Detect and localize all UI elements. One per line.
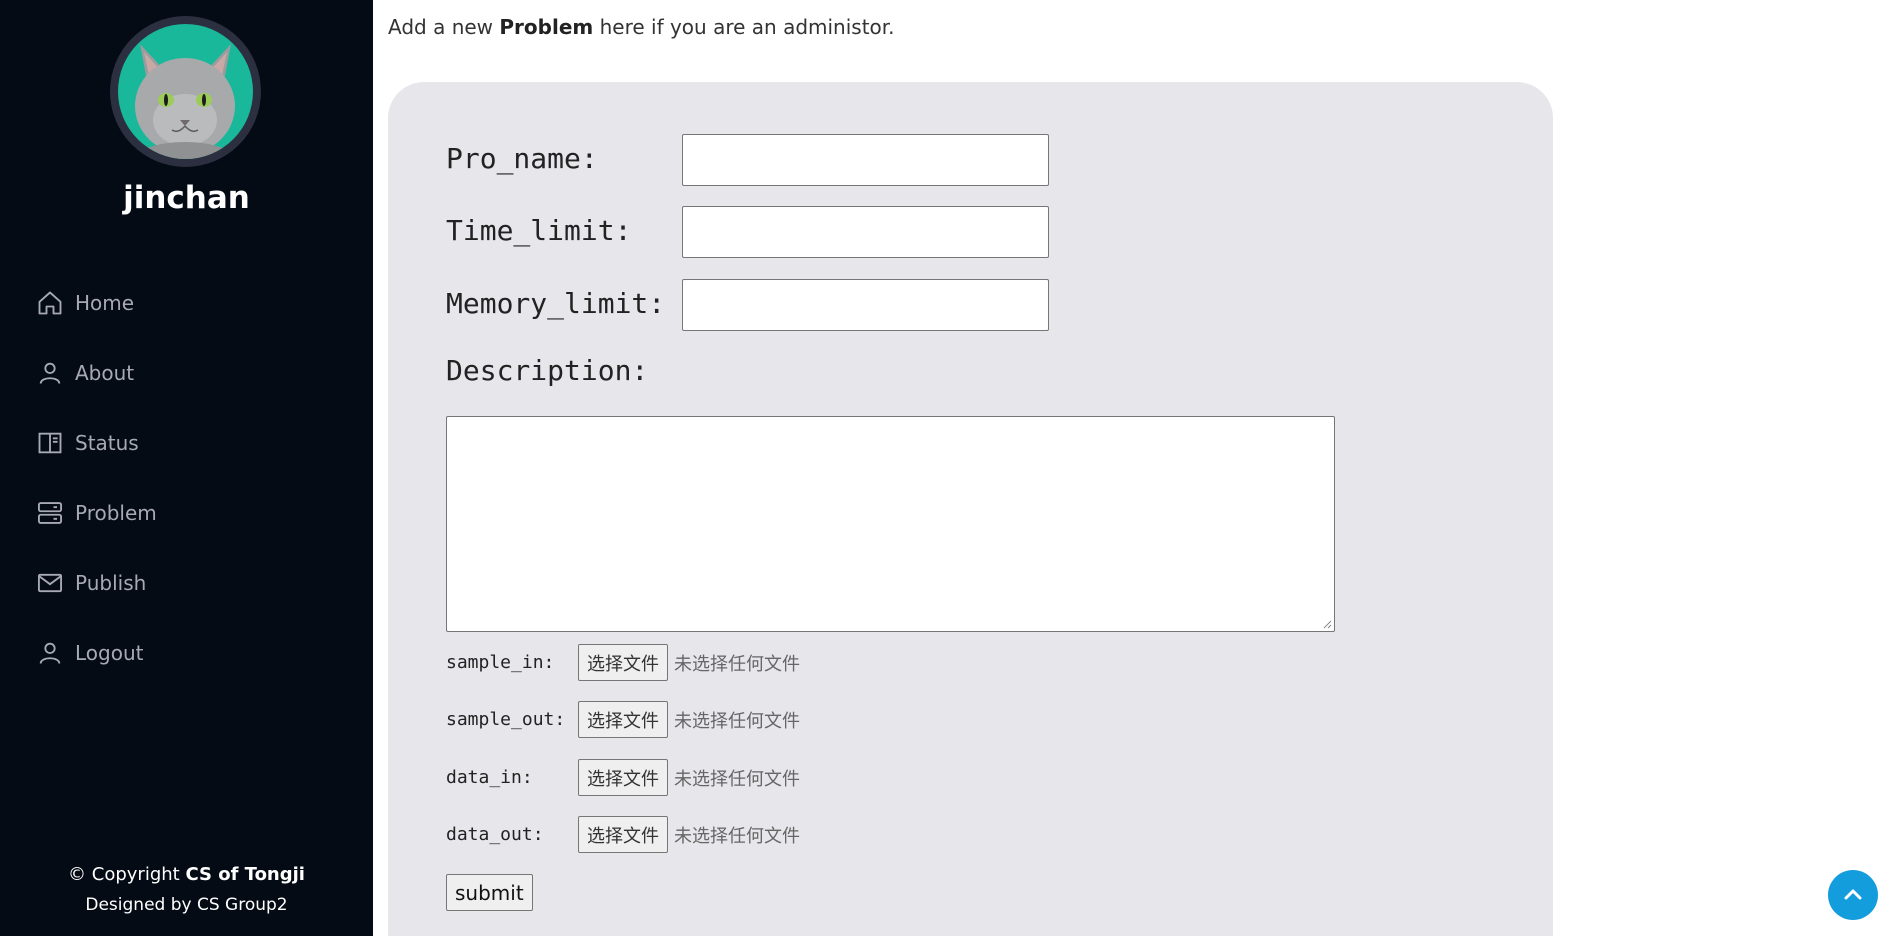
sample-in-file-status: 未选择任何文件 [674, 653, 800, 675]
memory-limit-input[interactable] [682, 279, 1049, 331]
pro-name-input[interactable] [682, 134, 1049, 186]
sidebar-item-label: Problem [75, 501, 157, 525]
avatar [110, 16, 261, 167]
time-limit-label: Time_limit: [446, 214, 632, 247]
data-in-file-status: 未选择任何文件 [674, 768, 800, 790]
sidebar-item-label: Home [75, 291, 135, 315]
username: jinchan [123, 180, 250, 216]
person-icon [36, 639, 64, 667]
data-in-row: data_in: 选择文件 未选择任何文件 [446, 759, 800, 796]
back-to-top-button[interactable] [1828, 870, 1878, 920]
sample-out-choose-file-button[interactable]: 选择文件 [578, 701, 668, 738]
sidebar-item-publish[interactable]: Publish [36, 548, 157, 618]
layout-icon [36, 429, 64, 457]
sample-in-row: sample_in: 选择文件 未选择任何文件 [446, 644, 800, 681]
sidebar-item-status[interactable]: Status [36, 408, 157, 478]
copyright-prefix: © Copyright [68, 864, 186, 885]
copyright-org: CS of Tongji [185, 864, 305, 885]
sample-in-label: sample_in: [446, 652, 555, 673]
add-problem-form: Pro_name: Time_limit: Memory_limit: Desc… [388, 82, 1553, 936]
designed-by: Designed by CS Group2 [85, 895, 288, 915]
data-out-label: data_out: [446, 824, 544, 845]
sidebar-item-problem[interactable]: Problem [36, 478, 157, 548]
chevron-up-icon [1844, 889, 1862, 900]
sidebar-item-label: Logout [75, 641, 144, 665]
data-in-label: data_in: [446, 767, 533, 788]
resize-grip-icon[interactable] [1322, 619, 1332, 629]
sample-out-label: sample_out: [446, 709, 566, 730]
person-icon [36, 359, 64, 387]
description-label: Description: [446, 354, 649, 387]
memory-limit-label: Memory_limit: [446, 287, 666, 320]
sidebar: jinchan Home About Status Problem Publis… [0, 0, 373, 936]
sample-out-file-status: 未选择任何文件 [674, 710, 800, 732]
sidebar-item-label: Status [75, 431, 139, 455]
intro-text: Add a new Problem here if you are an adm… [388, 15, 895, 39]
server-icon [36, 499, 64, 527]
sidebar-item-about[interactable]: About [36, 338, 157, 408]
time-limit-input[interactable] [682, 206, 1049, 258]
intro-before: Add a new [388, 15, 500, 39]
data-out-file-status: 未选择任何文件 [674, 825, 800, 847]
sidebar-footer: © Copyright CS of Tongji Designed by CS … [0, 864, 373, 915]
data-in-choose-file-button[interactable]: 选择文件 [578, 759, 668, 796]
copyright: © Copyright CS of Tongji [0, 864, 373, 885]
submit-button[interactable]: submit [446, 874, 533, 911]
intro-after: here if you are an administor. [593, 15, 895, 39]
sidebar-item-logout[interactable]: Logout [36, 618, 157, 688]
sidebar-nav: Home About Status Problem Publish Logout [36, 268, 157, 688]
sidebar-item-label: Publish [75, 571, 147, 595]
data-out-choose-file-button[interactable]: 选择文件 [578, 816, 668, 853]
sidebar-item-label: About [75, 361, 135, 385]
cat-avatar-image [118, 24, 253, 159]
intro-bold: Problem [499, 15, 594, 39]
pro-name-label: Pro_name: [446, 142, 598, 175]
description-textarea[interactable] [446, 416, 1335, 632]
sample-in-choose-file-button[interactable]: 选择文件 [578, 644, 668, 681]
data-out-row: data_out: 选择文件 未选择任何文件 [446, 816, 800, 853]
envelope-icon [36, 569, 64, 597]
sidebar-item-home[interactable]: Home [36, 268, 157, 338]
sample-out-row: sample_out: 选择文件 未选择任何文件 [446, 701, 800, 738]
home-icon [36, 289, 64, 317]
